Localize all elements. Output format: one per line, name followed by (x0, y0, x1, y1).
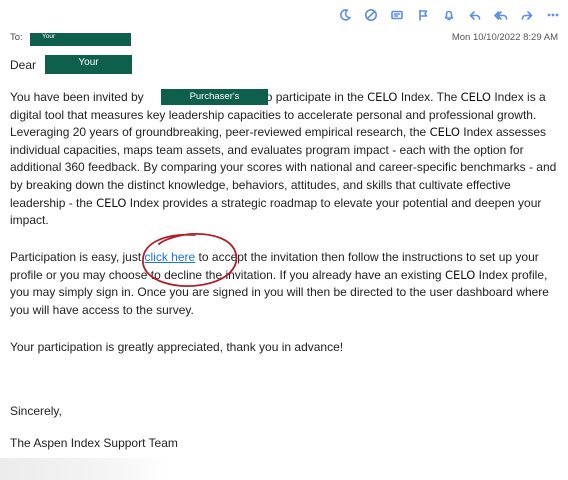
celo-keyword: CELO (444, 267, 476, 282)
more-icon[interactable] (546, 8, 560, 22)
signature-text: The Aspen Index Support Team (10, 436, 178, 450)
click-here-link[interactable]: click here (145, 250, 196, 264)
p1-text-3: Index. The (400, 90, 458, 104)
recipient-redaction-tag: Your (30, 33, 131, 46)
received-date: Mon 10/10/2022 8:29 AM (451, 32, 558, 43)
greeting: Dear (10, 58, 36, 72)
celo-keyword: CELO (367, 90, 398, 104)
reply-all-icon[interactable] (494, 8, 508, 22)
p1-text-2: to participate in the (262, 90, 364, 104)
p2-text-1: Participation is easy, just (10, 250, 142, 264)
name-redaction-tag: Your (45, 55, 132, 74)
bell-icon[interactable] (442, 8, 456, 22)
tag-icon[interactable] (390, 8, 404, 22)
email-toolbar (338, 5, 560, 25)
reply-icon[interactable] (468, 8, 482, 22)
instructions-paragraph: Participation is easy, just click here t… (10, 249, 564, 319)
celo-keyword: CELO (429, 125, 460, 140)
invitation-paragraph: You have been invited by to participate … (10, 89, 564, 230)
moon-icon[interactable] (338, 8, 352, 22)
purchaser-redaction-tag: Purchaser's (161, 89, 268, 105)
block-icon[interactable] (364, 8, 378, 22)
p1-text-1: You have been invited by (10, 90, 144, 104)
celo-keyword: CELO (460, 90, 491, 104)
forward-icon[interactable] (520, 8, 534, 22)
footer-shadow (0, 458, 170, 480)
greeting-dear: Dear (10, 58, 37, 72)
closing-text: Sincerely, (10, 404, 62, 418)
appreciation-paragraph: Your participation is greatly appreciate… (10, 340, 344, 354)
to-label: To: (10, 32, 23, 43)
flag-icon[interactable] (416, 8, 430, 22)
celo-keyword: CELO (96, 195, 127, 210)
email-view: To: Mon 10/10/2022 8:29 AM Your Dear You… (0, 0, 568, 480)
